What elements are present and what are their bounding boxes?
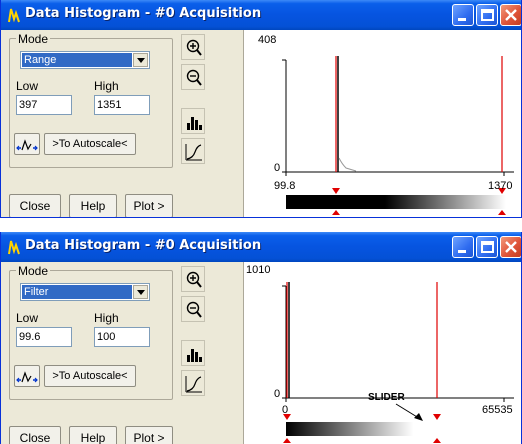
mode-select[interactable]: Filter	[20, 283, 150, 301]
low-input[interactable]: 99.6	[16, 327, 72, 347]
low-label: Low	[16, 311, 39, 325]
auto-fit-button[interactable]	[14, 133, 40, 155]
to-autoscale-button[interactable]: >To Autoscale<	[44, 133, 136, 155]
mode-dropdown-button[interactable]	[133, 285, 148, 299]
close-button[interactable]: Close	[9, 194, 61, 217]
auto-fit-icon	[16, 139, 38, 151]
zoom-in-button[interactable]	[181, 266, 205, 292]
mode-group: Mode Filter Low High 99.6 100 >To Autosc…	[9, 264, 173, 400]
mode-select-value: Filter	[22, 285, 132, 299]
help-button[interactable]: Help	[69, 426, 117, 444]
x-max-label: 1370	[488, 180, 513, 192]
mode-legend: Mode	[16, 264, 51, 278]
zoom-in-button[interactable]	[181, 34, 205, 60]
close-button[interactable]: Close	[9, 426, 61, 444]
mode-select-value: Range	[22, 53, 132, 67]
plot-button[interactable]: Plot >	[125, 426, 173, 444]
curve-view-button[interactable]	[181, 138, 205, 164]
y-max-label: 1010	[246, 264, 271, 276]
axes	[285, 60, 514, 173]
maximize-icon	[481, 9, 494, 21]
maximize-button[interactable]	[476, 236, 498, 258]
window-title: Data Histogram - #0 Acquisition	[25, 6, 262, 21]
low-marker-top[interactable]	[332, 188, 340, 194]
curve-view-button[interactable]	[181, 370, 205, 396]
high-label: High	[94, 79, 119, 93]
high-input[interactable]: 100	[94, 327, 150, 347]
zoom-in-icon	[186, 271, 202, 288]
zoom-out-button[interactable]	[181, 64, 205, 90]
dropdown-arrow-icon	[137, 290, 145, 295]
close-icon	[505, 241, 517, 253]
x-max-label: 65535	[482, 404, 513, 416]
minimize-button[interactable]	[452, 4, 474, 26]
slider-annotation: SLIDER	[368, 392, 405, 403]
slider-gradient-bar[interactable]	[286, 422, 436, 436]
title-bar[interactable]: Data Histogram - #0 Acquisition	[1, 0, 521, 30]
x-min-label: 0	[282, 404, 289, 416]
maximize-button[interactable]	[476, 4, 498, 26]
close-window-button[interactable]	[500, 4, 521, 26]
mode-select[interactable]: Range	[20, 51, 150, 69]
app-icon	[8, 240, 20, 255]
minimize-icon	[458, 18, 466, 21]
high-label: High	[94, 311, 119, 325]
histogram-view-button[interactable]	[181, 108, 205, 134]
histogram-window-filter: Data Histogram - #0 Acquisition Mode Fil…	[0, 232, 522, 444]
high-marker-bottom[interactable]	[498, 210, 506, 215]
x-min-label: 99.8	[274, 180, 296, 192]
auto-fit-icon	[16, 371, 38, 383]
app-icon	[8, 8, 20, 23]
histogram-plot[interactable]: 408 0 99.8 1370	[243, 30, 521, 217]
control-panel: Mode Range Low High 397 1351 >To Autosca…	[5, 30, 241, 217]
histogram-view-button[interactable]	[181, 340, 205, 366]
x-ticks	[285, 172, 505, 176]
plot-button[interactable]: Plot >	[125, 194, 173, 217]
histogram-window-range: Data Histogram - #0 Acquisition Mode Ran…	[0, 0, 522, 218]
title-bar[interactable]: Data Histogram - #0 Acquisition	[1, 232, 521, 262]
zoom-in-icon	[186, 39, 202, 56]
y-ticks	[282, 59, 286, 173]
y-max-label: 408	[258, 34, 277, 46]
axes	[285, 286, 514, 399]
slider-gradient-bar[interactable]	[286, 195, 506, 209]
minimize-icon	[458, 250, 466, 253]
y-min-label: 0	[274, 388, 281, 400]
zoom-out-button[interactable]	[181, 296, 205, 322]
control-panel: Mode Filter Low High 99.6 100 >To Autosc…	[5, 262, 241, 444]
histogram-canvas	[282, 282, 514, 443]
y-min-label: 0	[274, 162, 281, 174]
low-label: Low	[16, 79, 39, 93]
histogram-tail	[338, 157, 357, 172]
slider-callout-arrow	[414, 413, 423, 421]
low-input[interactable]: 397	[16, 95, 72, 115]
curve-icon	[185, 144, 202, 161]
zoom-out-icon	[186, 69, 202, 86]
minimize-button[interactable]	[452, 236, 474, 258]
mode-legend: Mode	[16, 32, 51, 46]
auto-fit-button[interactable]	[14, 365, 40, 387]
histogram-icon	[187, 117, 202, 130]
high-marker-top[interactable]	[433, 414, 441, 420]
close-icon	[505, 9, 517, 21]
low-marker-bottom[interactable]	[283, 438, 291, 443]
close-window-button[interactable]	[500, 236, 521, 258]
histogram-plot[interactable]: 1010 0 0 65535 SLIDER	[243, 262, 521, 444]
window-title: Data Histogram - #0 Acquisition	[25, 238, 262, 253]
y-ticks	[282, 285, 286, 399]
help-button[interactable]: Help	[69, 194, 117, 217]
low-marker-bottom[interactable]	[332, 210, 340, 215]
to-autoscale-button[interactable]: >To Autoscale<	[44, 365, 136, 387]
high-input[interactable]: 1351	[94, 95, 150, 115]
mode-group: Mode Range Low High 397 1351 >To Autosca…	[9, 32, 173, 168]
maximize-icon	[481, 241, 494, 253]
high-marker-bottom[interactable]	[433, 438, 441, 443]
dropdown-arrow-icon	[137, 58, 145, 63]
zoom-out-icon	[186, 301, 202, 318]
histogram-icon	[187, 349, 202, 362]
mode-dropdown-button[interactable]	[133, 53, 148, 67]
curve-icon	[185, 376, 202, 393]
